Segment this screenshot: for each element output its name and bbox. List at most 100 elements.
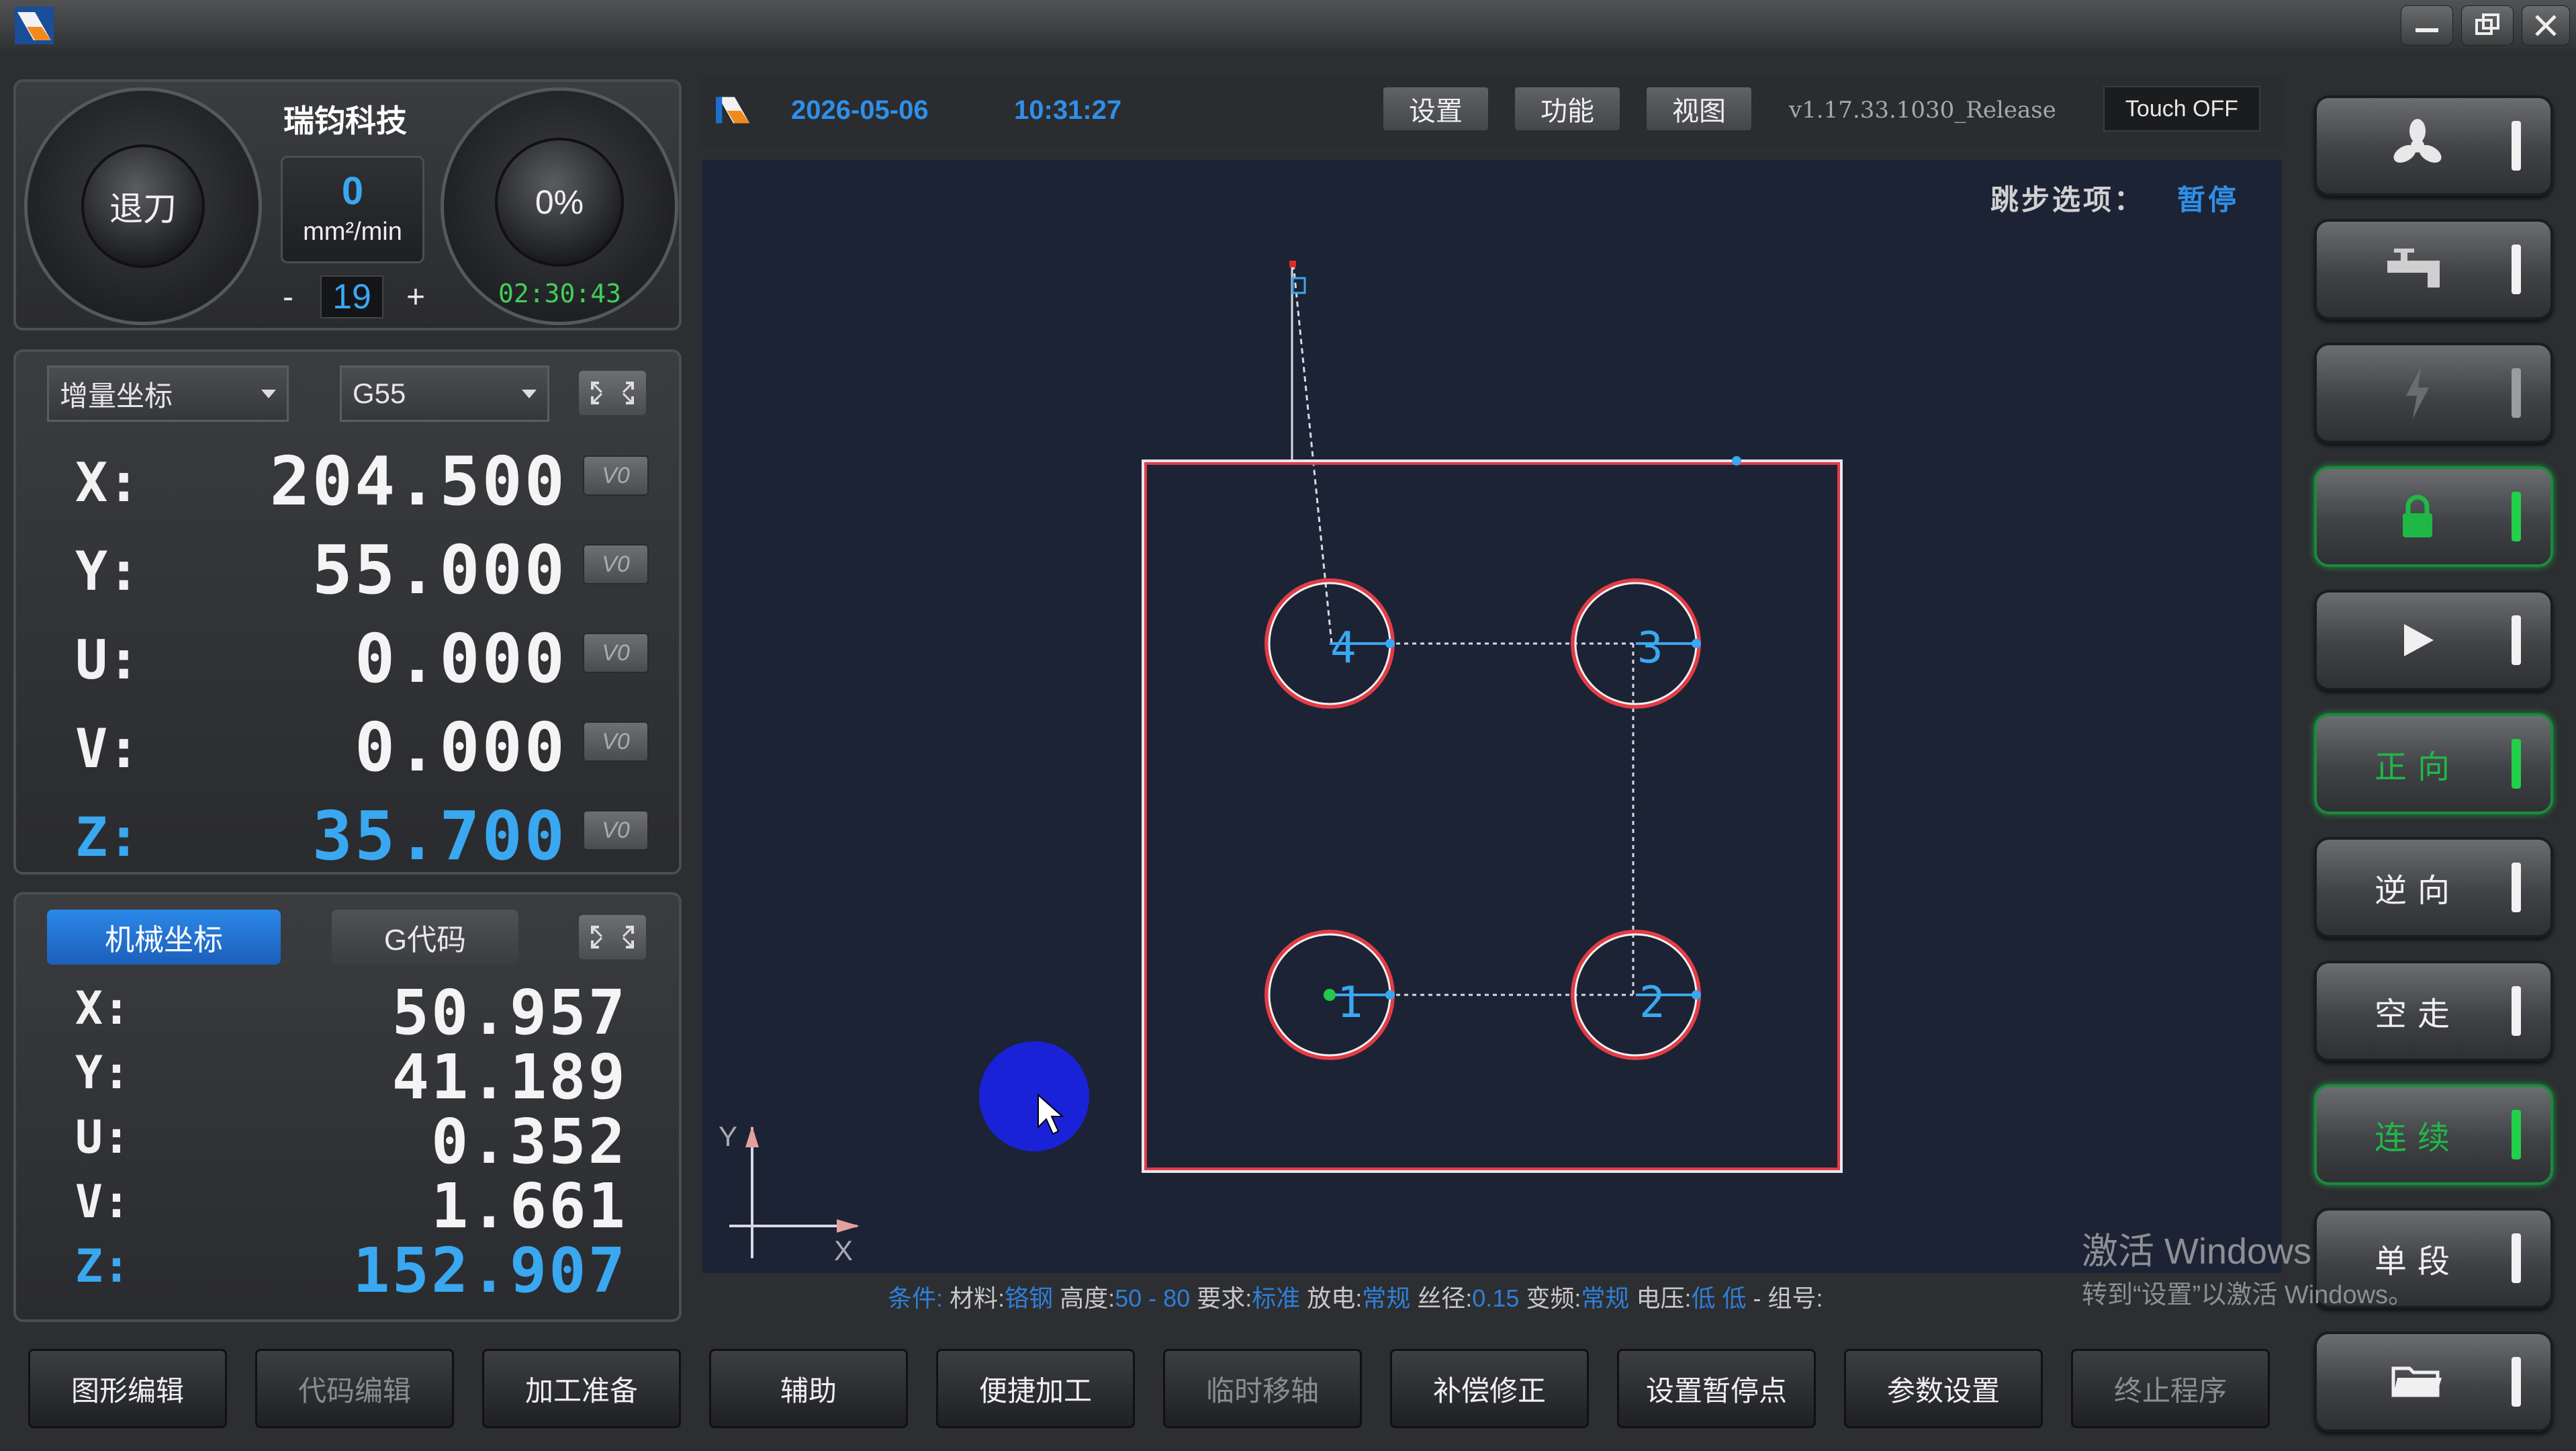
retract-knob[interactable]: 退刀	[81, 144, 205, 268]
zero-v-button[interactable]: V0	[583, 721, 649, 762]
title-bar	[0, 0, 2576, 51]
version-label: v1.17.33.1030_Release	[1789, 97, 2056, 124]
lightning-icon	[2406, 367, 2429, 419]
override-percent: 0%	[495, 138, 624, 267]
coord-mode-select[interactable]: 增量坐标	[47, 365, 289, 422]
start-button[interactable]	[2314, 590, 2553, 691]
toolpath-view	[729, 261, 1843, 1258]
override-dial[interactable]: 0% 02:30:43	[441, 87, 678, 325]
zero-y-button[interactable]: V0	[583, 544, 649, 584]
auxiliary-button[interactable]: 辅助	[709, 1349, 908, 1428]
status-voltage-label: 电压:	[1636, 1284, 1692, 1312]
axis-x-label: X	[834, 1235, 854, 1266]
power-toggle-button[interactable]	[2314, 343, 2553, 443]
touch-off-button[interactable]: Touch OFF	[2103, 86, 2260, 132]
chevron-down-icon	[261, 390, 276, 398]
forward-button[interactable]: 正向	[2314, 713, 2553, 814]
machine-y-value: 41.189	[392, 1041, 627, 1113]
brand-label: 瑞钧科技	[283, 103, 407, 138]
hole-number-1: 1	[1337, 978, 1363, 1028]
dry-run-button[interactable]: 空走	[2314, 961, 2553, 1061]
tab-gcode[interactable]: G代码	[332, 910, 518, 965]
minimize-button[interactable]	[2401, 5, 2453, 46]
status-req: 标准	[1252, 1284, 1301, 1312]
reverse-button[interactable]: 逆向	[2314, 837, 2553, 938]
tab-machine-coords[interactable]: 机械坐标	[47, 910, 281, 965]
app-logo-icon	[716, 91, 752, 131]
close-button[interactable]	[2522, 5, 2570, 46]
hole-number-3: 3	[1637, 623, 1663, 673]
status-discharge: 常规	[1362, 1284, 1411, 1312]
view-button[interactable]: 视图	[1645, 86, 1753, 132]
status-voltage: 低 低	[1691, 1284, 1747, 1312]
machine-u-value: 0.352	[431, 1106, 627, 1178]
touch-indicator	[979, 1041, 1089, 1151]
machine-v-label: V:	[75, 1176, 130, 1229]
expand-icon	[591, 382, 634, 404]
status-condition-label: 条件:	[888, 1284, 944, 1312]
open-file-button[interactable]	[2314, 1331, 2553, 1432]
graphics-canvas[interactable]: 4 3 1 2 Y X 跳步选项： 暂停	[702, 160, 2282, 1273]
folder-icon	[2391, 1366, 2442, 1397]
start-point	[1289, 261, 1296, 267]
feed-rate-value: 0	[341, 169, 364, 213]
dry-run-label: 空走	[2374, 997, 2460, 1032]
expand-button[interactable]	[579, 371, 646, 415]
step-plus-button[interactable]: +	[399, 279, 432, 316]
function-button[interactable]: 功能	[1514, 86, 1621, 132]
axis-x-label: X:	[75, 451, 140, 514]
parameter-settings-button[interactable]: 参数设置	[1844, 1349, 2043, 1428]
status-height-label: 高度:	[1060, 1284, 1115, 1312]
windows-watermark-text: 转到“设置”以激活 Windows。	[2082, 1281, 2414, 1309]
axis-u-label: U:	[75, 629, 140, 691]
compensation-button[interactable]: 补偿修正	[1390, 1349, 1589, 1428]
timer: 02:30:43	[498, 279, 622, 308]
axis-y-label: Y:	[75, 540, 140, 603]
stop-program-button[interactable]: 终止程序	[2071, 1349, 2270, 1428]
continuous-button[interactable]: 连续	[2314, 1084, 2553, 1185]
fan-toggle-button[interactable]	[2314, 95, 2553, 196]
status-material-label: 材料:	[950, 1284, 1005, 1312]
status-freq-label: 变频:	[1526, 1284, 1581, 1312]
axis-v-value: 0.000	[354, 708, 567, 787]
set-pause-point-button[interactable]: 设置暂停点	[1617, 1349, 1816, 1428]
zero-x-button[interactable]: V0	[583, 455, 649, 496]
skip-option-value[interactable]: 暂停	[2177, 177, 2239, 218]
axis-z-value: 35.700	[312, 797, 567, 875]
status-group-label: - 组号:	[1753, 1284, 1823, 1312]
retract-dial[interactable]: 退刀	[24, 87, 262, 325]
machine-z-label: Z:	[75, 1240, 130, 1293]
axis-y-label: Y	[719, 1120, 738, 1152]
restore-icon	[2475, 13, 2499, 35]
machine-x-label: X:	[75, 982, 130, 1035]
machine-z-value: 152.907	[353, 1235, 627, 1307]
lock-icon	[2403, 494, 2432, 537]
restore-button[interactable]	[2461, 5, 2514, 46]
step-control: - 19 +	[271, 273, 432, 320]
coolant-toggle-button[interactable]	[2314, 219, 2553, 320]
machining-prep-button[interactable]: 加工准备	[482, 1349, 681, 1428]
quick-machining-button[interactable]: 便捷加工	[936, 1349, 1135, 1428]
expand-icon	[591, 926, 634, 949]
work-cs-select[interactable]: G55	[340, 365, 549, 422]
graphic-edit-button[interactable]: 图形编辑	[28, 1349, 227, 1428]
settings-button[interactable]: 设置	[1382, 86, 1489, 132]
minimize-icon	[2416, 28, 2438, 32]
axis-v-label: V:	[75, 717, 140, 780]
lock-toggle-button[interactable]	[2314, 466, 2553, 567]
relative-coords-panel: 增量坐标 G55 X: 204.500 V0 Y: 55.000 V0 U: 0…	[13, 349, 682, 875]
machine-x-value: 50.957	[392, 977, 627, 1049]
step-minus-button[interactable]: -	[271, 279, 305, 316]
temp-move-axis-button[interactable]: 临时移轴	[1163, 1349, 1362, 1428]
status-discharge-label: 放电:	[1307, 1284, 1363, 1312]
expand-button[interactable]	[579, 915, 646, 959]
app-logo-icon	[15, 7, 54, 44]
status-material: 铬钢	[1005, 1284, 1054, 1312]
code-edit-button[interactable]: 代码编辑	[255, 1349, 454, 1428]
zero-u-button[interactable]: V0	[583, 633, 649, 673]
part-outline	[1142, 459, 1843, 1173]
zero-z-button[interactable]: V0	[583, 810, 649, 850]
machine-u-label: U:	[75, 1111, 130, 1164]
coord-mode-value: 增量坐标	[60, 380, 173, 412]
axis-y-value: 55.000	[312, 531, 567, 609]
